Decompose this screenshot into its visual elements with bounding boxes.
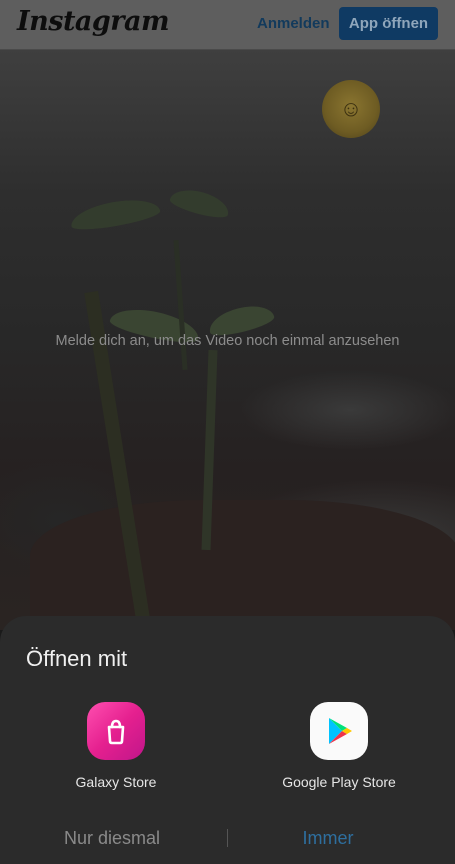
shopping-bag-icon — [107, 719, 125, 745]
instagram-header: Instagram Anmelden App öffnen — [0, 0, 455, 50]
seedling-leaf — [168, 184, 232, 222]
always-button[interactable]: Immer — [253, 828, 403, 849]
google-play-icon — [310, 702, 368, 760]
app-option-galaxy-store[interactable]: Galaxy Store — [26, 700, 206, 800]
sheet-title: Öffnen mit — [26, 646, 128, 671]
open-with-sheet: Öffnen mit Galaxy Store Google Play Stor… — [0, 616, 455, 864]
galaxy-store-icon — [87, 702, 145, 760]
google-play-store-label: Google Play Store — [282, 774, 396, 790]
video-soil-background — [30, 500, 455, 630]
login-link[interactable]: Anmelden — [257, 15, 330, 32]
play-triangle-icon — [329, 718, 352, 744]
galaxy-store-label: Galaxy Store — [75, 774, 157, 790]
video-player[interactable]: ☺ Melde dich an, um das Video noch einma… — [0, 50, 455, 630]
just-once-button[interactable]: Nur diesmal — [37, 828, 187, 849]
sun-sticker-icon: ☺ — [322, 80, 380, 138]
button-divider — [227, 829, 228, 847]
seedling-leaf — [68, 194, 162, 234]
video-login-message: Melde dich an, um das Video noch einmal … — [55, 333, 400, 349]
seedling-stem — [173, 239, 188, 371]
instagram-logo[interactable]: Instagram — [17, 6, 170, 37]
app-option-google-play-store[interactable]: Google Play Store — [249, 700, 429, 800]
sun-face-icon: ☺ — [339, 96, 363, 121]
open-app-button[interactable]: App öffnen — [339, 7, 438, 40]
